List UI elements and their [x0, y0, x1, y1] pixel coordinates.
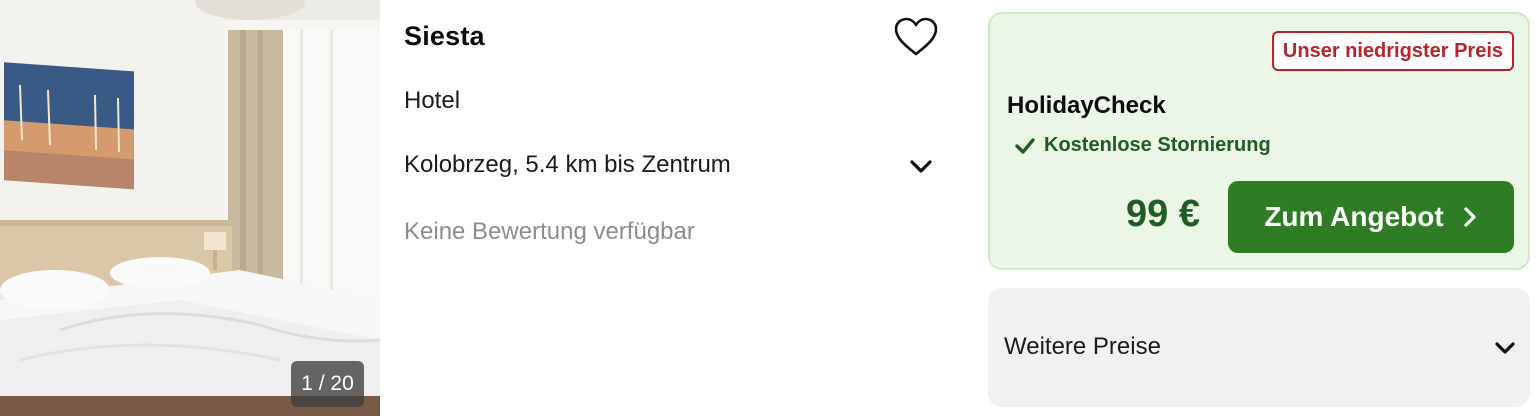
photo-counter: 1 / 20	[291, 361, 364, 407]
view-deal-label: Zum Angebot	[1264, 201, 1444, 232]
chevron-right-icon	[1464, 207, 1476, 227]
hotel-details: Siesta Hotel Kolobrzeg, 5.4 km bis Zentr…	[380, 0, 955, 416]
free-cancellation: Kostenlose Stornierung	[1014, 134, 1271, 157]
more-prices-label: Weitere Preise	[1004, 333, 1161, 360]
lowest-price-badge: Unser niedrigster Preis	[1271, 31, 1514, 71]
view-deal-button[interactable]: Zum Angebot	[1228, 181, 1514, 253]
check-icon	[1015, 137, 1035, 154]
deal-card: Unser niedrigster Preis HolidayCheck Kos…	[988, 12, 1530, 270]
heart-outline-icon	[894, 17, 938, 56]
rating-text: Keine Bewertung verfügbar	[404, 218, 695, 245]
hotel-type: Hotel	[404, 87, 461, 114]
chevron-down-icon	[1495, 342, 1515, 354]
cancellation-label: Kostenlose Stornierung	[1044, 134, 1271, 156]
favorite-button[interactable]	[893, 16, 939, 58]
hotel-room-image	[0, 0, 380, 416]
chevron-down-icon	[910, 160, 932, 173]
hotel-name[interactable]: Siesta	[404, 21, 485, 52]
provider-name: HolidayCheck	[1007, 92, 1166, 119]
price: 99 €	[1126, 193, 1200, 235]
location-text: Kolobrzeg, 5.4 km bis Zentrum	[404, 151, 731, 178]
more-prices-toggle[interactable]: Weitere Preise	[988, 288, 1530, 407]
location-row[interactable]: Kolobrzeg, 5.4 km bis Zentrum	[404, 150, 934, 182]
hotel-photo[interactable]: 1 / 20	[0, 0, 380, 416]
